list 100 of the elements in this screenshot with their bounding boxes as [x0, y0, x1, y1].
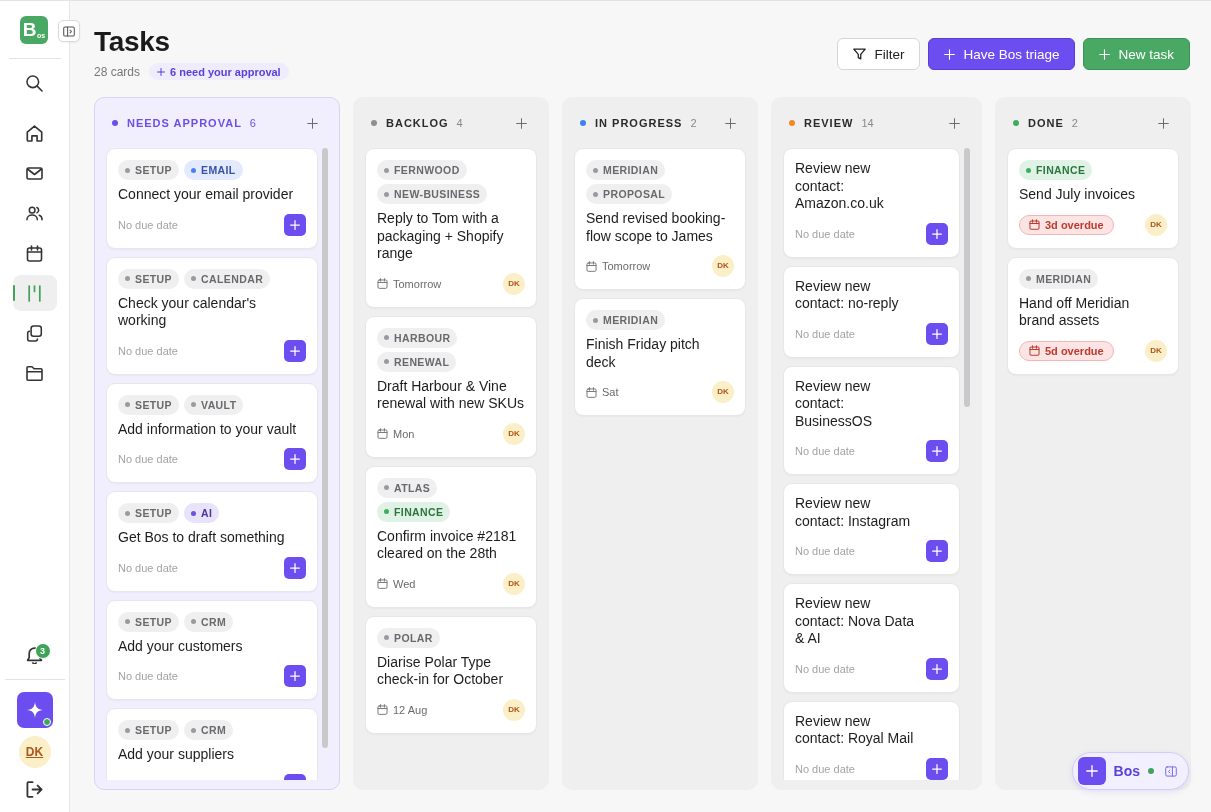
- column-title: DONE: [1028, 117, 1064, 129]
- add-button[interactable]: [926, 322, 948, 345]
- calendar-icon: [377, 428, 388, 439]
- card-title: Review new contact: Nova Data & AI: [795, 595, 916, 648]
- card-title: Add your suppliers: [118, 746, 235, 764]
- assistant-button[interactable]: [16, 692, 53, 728]
- plus-icon: [290, 562, 300, 573]
- due-date: No due date: [118, 344, 178, 357]
- card-title: Send revised booking-flow scope to James: [586, 210, 727, 245]
- add-button[interactable]: [284, 556, 306, 579]
- plus-icon: [515, 117, 527, 129]
- plus-icon: [932, 328, 942, 339]
- assignee-avatar: DK: [503, 572, 525, 595]
- add-button[interactable]: [284, 448, 306, 470]
- task-card[interactable]: POLAR Diarise Polar Type check-in for October 12 Aug DK: [365, 615, 537, 734]
- plus-icon: [932, 228, 942, 239]
- card-title: Reply to Tom with a packaging + Shopify range: [377, 210, 505, 263]
- calendar-icon: [377, 278, 388, 289]
- add-button[interactable]: [926, 222, 948, 245]
- task-card[interactable]: Review new contact: no-reply No due date: [783, 265, 960, 358]
- add-button[interactable]: [926, 757, 948, 780]
- task-card[interactable]: Review new contact: Instagram No due date: [783, 483, 960, 575]
- task-card[interactable]: SETUP AI Get Bos to draft something No due date: [106, 491, 318, 592]
- add-button[interactable]: [926, 657, 948, 680]
- filter-icon: [853, 48, 867, 60]
- due-date: Mon: [393, 427, 415, 440]
- task-card[interactable]: SETUP CRM Add your suppliers: [106, 708, 318, 780]
- task-card[interactable]: MERIDIAN Finish Friday pitch deck Sat DK: [574, 298, 746, 416]
- card-title: Review new contact: Instagram: [795, 495, 912, 530]
- add-button[interactable]: [926, 540, 948, 562]
- approval-chip[interactable]: 6 need your approval: [149, 63, 289, 80]
- plus-icon: [948, 117, 960, 129]
- task-card[interactable]: FERNWOOD NEW-BUSINESS Reply to Tom with a packaging + Shopify range Tomorrow DK: [365, 148, 537, 308]
- card-title: Check your calendar's working: [118, 294, 258, 330]
- card-title: Get Bos to draft something: [118, 529, 286, 547]
- people-icon: [26, 204, 43, 222]
- task-card[interactable]: SETUP CALENDAR Check your calendar's working No due date: [106, 256, 318, 375]
- home-icon: [26, 124, 43, 142]
- card-title: Send July invoices: [1019, 186, 1136, 204]
- tag-label: AI: [201, 507, 213, 519]
- tag-label: SETUP: [135, 398, 172, 411]
- due-date: No due date: [118, 453, 178, 465]
- task-card[interactable]: FINANCE Send July invoices 3d overdue DK: [1007, 148, 1179, 249]
- plus-icon: [157, 67, 166, 76]
- column-title: REVIEW: [804, 117, 854, 129]
- tag-label: VAULT: [201, 398, 237, 411]
- tag-label: CALENDAR: [201, 272, 264, 285]
- notification-count: 3: [34, 643, 51, 659]
- filter-button[interactable]: Filter: [837, 38, 921, 70]
- card-title: Confirm invoice #2181 cleared on the 28th: [377, 527, 518, 563]
- task-card[interactable]: MERIDIAN PROPOSAL Send revised booking-flow scope to James Tomorrow DK: [574, 148, 746, 290]
- card-title: Hand off Meridian brand assets: [1019, 294, 1131, 330]
- assistant-button[interactable]: [1077, 757, 1106, 785]
- column-count: 2: [690, 117, 697, 129]
- card-count: 28 cards: [94, 64, 141, 79]
- app-logo: B$_{os}$: [20, 16, 48, 44]
- calendar-icon: [377, 578, 388, 589]
- add-button[interactable]: [926, 440, 948, 462]
- task-card[interactable]: Review new contact: Amazon.co.uk No due date: [783, 148, 960, 258]
- calendar-icon: [586, 260, 597, 272]
- tag-label: PROPOSAL: [603, 188, 666, 200]
- column-title: IN PROGRESS: [595, 117, 683, 129]
- task-card[interactable]: SETUP CRM Add your customers No due date: [106, 599, 318, 700]
- add-button[interactable]: [284, 339, 306, 362]
- column-count: 2: [1071, 117, 1078, 129]
- triage-button[interactable]: Have Bos triage: [928, 38, 1076, 70]
- task-card[interactable]: Review new contact: BusinessOS No due date: [783, 365, 960, 475]
- assignee-avatar: DK: [712, 381, 734, 403]
- task-card[interactable]: ATLAS FINANCE Confirm invoice #2181 cleared on the 28th Wed DK: [365, 465, 537, 608]
- plus-icon: [306, 117, 318, 129]
- plus-icon: [932, 546, 942, 556]
- card-title: Review new contact: Royal Mail: [795, 712, 915, 748]
- assignee-avatar: DK: [1145, 213, 1167, 236]
- due-date: No due date: [795, 227, 855, 240]
- tag-label: HARBOUR: [394, 331, 451, 344]
- documents-icon: [26, 324, 43, 342]
- add-button[interactable]: [284, 213, 306, 236]
- calendar-icon: [377, 704, 388, 715]
- task-card[interactable]: MERIDIAN Hand off Meridian brand assets 5d overdue DK: [1007, 256, 1179, 375]
- column-title: BACKLOG: [386, 117, 449, 129]
- due-date: No due date: [118, 218, 178, 231]
- tag-label: SETUP: [135, 507, 172, 519]
- calendar-icon: [586, 386, 597, 398]
- task-card[interactable]: Review new contact: Nova Data & AI No due date: [783, 583, 960, 693]
- due-date: Sat: [602, 386, 619, 398]
- scrollbar-thumb[interactable]: [322, 148, 328, 749]
- task-card[interactable]: Review new contact: Royal Mail No due date: [783, 700, 960, 780]
- sidebar-toggle-button[interactable]: [58, 20, 80, 42]
- add-button[interactable]: [284, 665, 306, 687]
- plus-icon: [290, 219, 300, 230]
- column-title: NEEDS APPROVAL: [127, 117, 242, 129]
- scrollbar-thumb[interactable]: [964, 148, 970, 408]
- plus-icon: [944, 48, 956, 60]
- page-title: Tasks: [94, 26, 171, 58]
- mail-icon: [26, 164, 43, 182]
- task-card[interactable]: HARBOUR RENEWAL Draft Harbour & Vine renewal with new SKUs Mon DK: [365, 315, 537, 458]
- user-avatar[interactable]: DK: [18, 736, 51, 768]
- task-card[interactable]: SETUP EMAIL Connect your email provider No due date: [106, 148, 318, 249]
- plus-icon: [1085, 765, 1098, 777]
- task-card[interactable]: SETUP VAULT Add information to your vault No due date: [106, 382, 318, 483]
